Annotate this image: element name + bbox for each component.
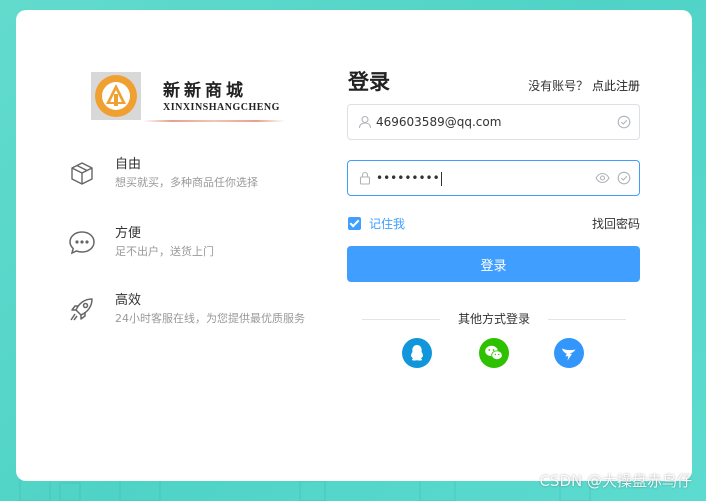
brand-logo: 新新商城 XINXINSHANGCHENG	[91, 72, 291, 130]
feature-title: 高效	[115, 293, 142, 308]
check-circle-icon	[617, 171, 631, 185]
login-title: 登录	[348, 70, 390, 94]
feature-desc: 想买就买，多种商品任你选择	[115, 176, 258, 189]
feature-desc: 24小时客服在线，为您提供最优质服务	[115, 312, 305, 325]
register-prompt: 没有账号？ 点此注册	[528, 77, 640, 94]
lock-icon	[359, 171, 371, 185]
box-icon	[71, 162, 93, 185]
eye-icon[interactable]	[595, 171, 610, 185]
other-login-text: 其他方式登录	[457, 312, 530, 326]
password-value: •••••••••	[376, 161, 442, 195]
feature-efficiency: 高效 24小时客服在线，为您提供最优质服务	[68, 289, 338, 333]
feature-desc: 足不出户，送货上门	[115, 245, 214, 258]
check-circle-icon	[617, 115, 631, 129]
logo-underline	[143, 120, 285, 122]
brand-name-cn: 新新商城	[163, 81, 247, 101]
remember-label[interactable]: 记住我	[369, 215, 405, 232]
forgot-password-link[interactable]: 找回密码	[592, 215, 640, 232]
wechat-login-button[interactable]	[479, 338, 509, 368]
feature-convenience: 方便 足不出户，送货上门	[68, 222, 338, 266]
other-login-divider: 其他方式登录	[362, 312, 626, 326]
username-field[interactable]: 469603589@qq.com	[347, 104, 640, 140]
dingtalk-login-button[interactable]	[554, 338, 584, 368]
qq-login-button[interactable]	[402, 338, 432, 368]
login-button[interactable]: 登录	[347, 246, 640, 282]
username-value: 469603589@qq.com	[376, 115, 502, 129]
dingtalk-icon	[554, 338, 584, 368]
remember-checkbox[interactable]	[348, 216, 361, 230]
qq-icon	[402, 338, 432, 368]
password-field[interactable]: •••••••••	[347, 160, 640, 196]
rocket-icon	[70, 298, 93, 321]
brand-name-en: XINXINSHANGCHENG	[163, 102, 280, 113]
no-account-text: 没有账号？	[528, 79, 589, 93]
remember-me: 记住我	[348, 215, 405, 231]
user-icon	[358, 115, 372, 129]
chat-bubble-icon	[69, 231, 95, 255]
register-link[interactable]: 点此注册	[592, 79, 640, 93]
password-mask: •••••••••	[376, 171, 440, 185]
feature-title: 方便	[115, 226, 142, 241]
watermark-text: CSDN @大操盘赤鸟仔	[539, 472, 692, 490]
feature-freedom: 自由 想买就买，多种商品任你选择	[68, 153, 338, 197]
text-caret	[440, 171, 442, 186]
feature-title: 自由	[115, 157, 142, 172]
login-card: 新新商城 XINXINSHANGCHENG 自由 想买就买，多种商品任你选择 方…	[16, 10, 692, 481]
wechat-icon	[479, 338, 509, 368]
brand-emblem-icon	[91, 72, 141, 120]
